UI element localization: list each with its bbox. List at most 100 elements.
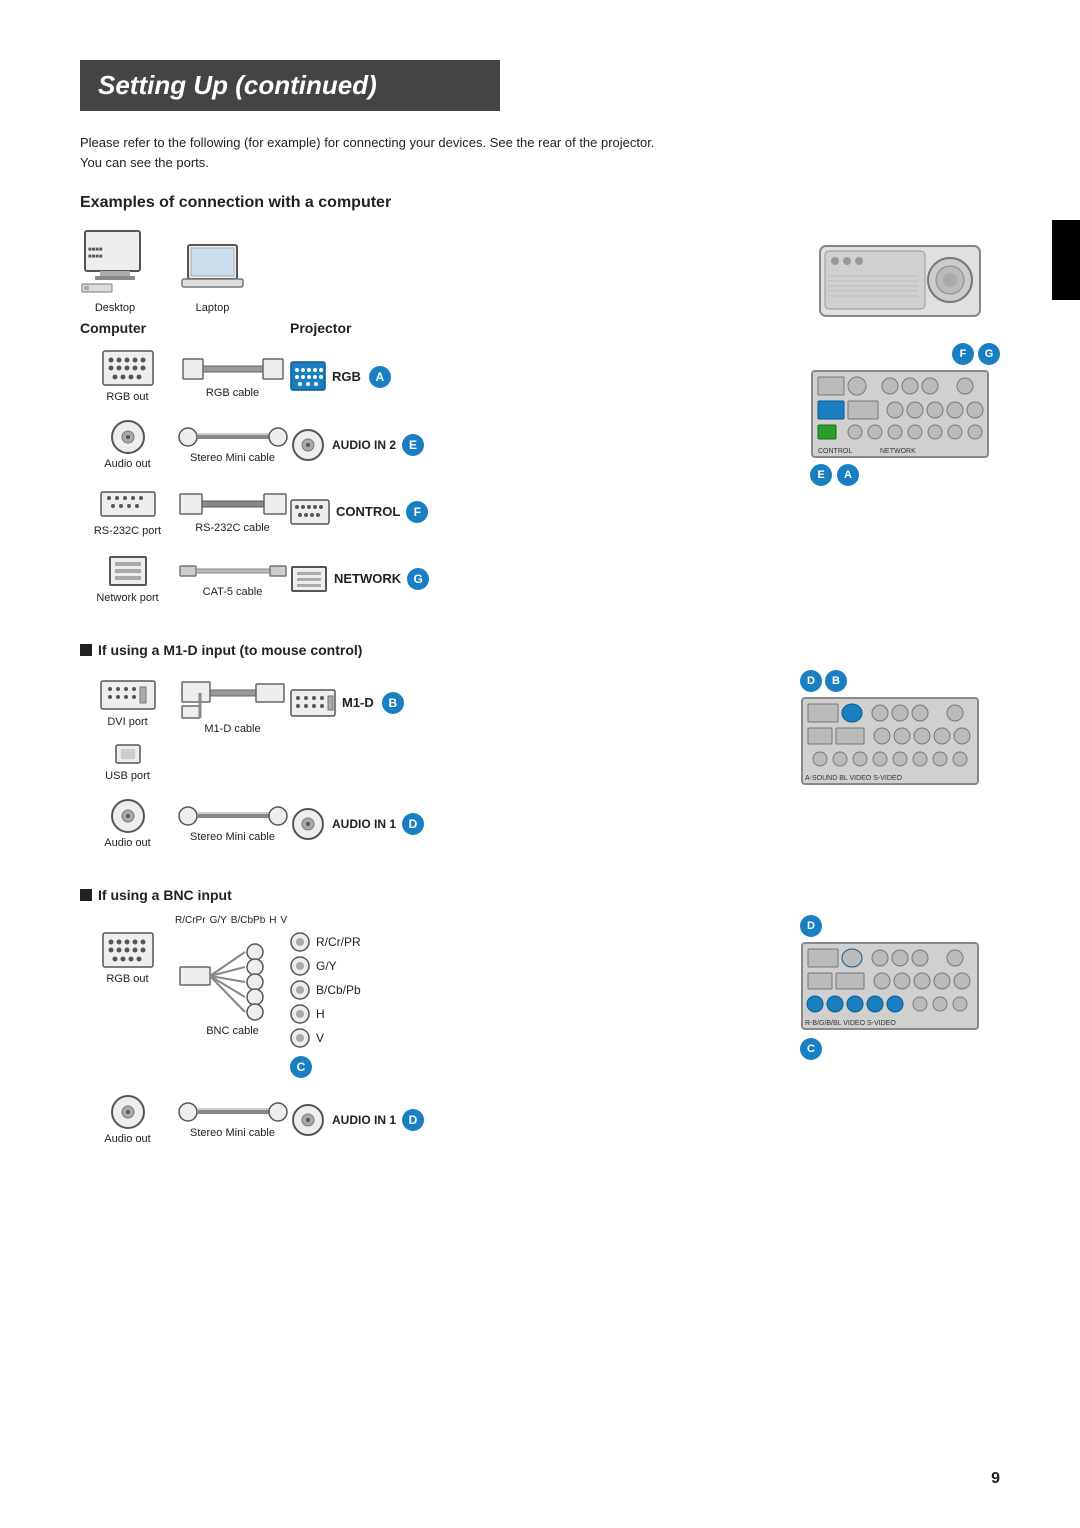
port-audio1-bnc: AUDIO IN 1 D xyxy=(290,1104,450,1136)
m1d-bullet xyxy=(80,644,92,656)
svg-text:R-B/G/B/BL VIDEO S-VIDEO: R-B/G/B/BL VIDEO S-VIDEO xyxy=(805,1020,896,1027)
cable-stereo1: Stereo Mini cable xyxy=(175,425,290,464)
badge-D-m1d: D xyxy=(800,670,822,692)
badge-A-panel: A xyxy=(837,464,859,486)
projector-header: Projector xyxy=(290,320,351,336)
port-audio1-label: AUDIO IN 1 xyxy=(332,817,396,831)
conn-row-audio1: Audio out Stereo Mini cable xyxy=(80,798,780,849)
port-audio2-label: AUDIO IN 2 xyxy=(332,438,396,452)
device-dvi: DVI port xyxy=(80,677,175,728)
m1d-section: If using a M1-D input (to mouse control) xyxy=(80,642,1000,865)
network-port-label: Network port xyxy=(96,592,158,604)
badge-D2: D xyxy=(402,1109,424,1131)
port-audio1: AUDIO IN 1 D xyxy=(290,808,450,840)
conn-row-m1d: DVI port xyxy=(80,670,780,735)
svg-text:■■■■: ■■■■ xyxy=(88,247,103,253)
rgb-cable-label: RGB cable xyxy=(206,387,259,399)
stereo-cable-label2: Stereo Mini cable xyxy=(190,831,275,843)
right-tab xyxy=(1052,220,1080,300)
bnc-label-b: B/Cb/Pb xyxy=(316,983,361,997)
laptop-label: Laptop xyxy=(180,302,245,314)
port-m1d: M1-D B xyxy=(290,687,450,719)
badge-C-panel: C xyxy=(800,1038,822,1060)
examples-section: Examples of connection with a computer xyxy=(80,194,1000,620)
cable-m1d: M1-D cable xyxy=(175,670,290,735)
badge-C: C xyxy=(290,1056,312,1078)
bnc-label-r: R/Cr/PR xyxy=(316,935,361,949)
svg-text:A-SOUND BL VIDEO S-VIDEO: A-SOUND BL VIDEO S-VIDEO xyxy=(805,775,903,782)
audio-out-label3: Audio out xyxy=(104,1133,150,1145)
desktop-computer: ■■■■ ■■■■ Desktop xyxy=(80,226,150,314)
badge-B: B xyxy=(382,692,404,714)
laptop-computer: Laptop xyxy=(180,241,245,314)
port-audio1-bnc-label: AUDIO IN 1 xyxy=(332,1113,396,1127)
headers-row: Computer Projector xyxy=(80,320,790,336)
cable-cat5: CAT-5 cable xyxy=(175,559,290,598)
port-network-label: NETWORK xyxy=(334,571,401,586)
conn-row-audio2: Audio out Stereo Mini cable xyxy=(80,419,790,470)
audio-out-label2: Audio out xyxy=(104,837,150,849)
page-number: 9 xyxy=(991,1470,1000,1488)
bnc-label-h: H xyxy=(316,1007,325,1021)
conn-row-bnc: RGB out xyxy=(80,932,780,1078)
bnc-cable-label: BNC cable xyxy=(206,1025,259,1037)
device-audio-out: Audio out xyxy=(80,419,175,470)
port-network: NETWORK G xyxy=(290,564,450,594)
badge-F: F xyxy=(406,501,428,523)
device-rgb-out2: RGB out xyxy=(80,932,175,985)
port-control-label: CONTROL xyxy=(336,504,400,519)
cable-rs232: RS-232C cable xyxy=(175,489,290,534)
badge-D: D xyxy=(402,813,424,835)
conn-row-rgb: RGB out RGB cable xyxy=(80,350,790,403)
device-audio-out3: Audio out xyxy=(80,1094,175,1145)
badge-G-panel: G xyxy=(978,343,1000,365)
m1d-right: D B xyxy=(800,670,1000,789)
cable-stereo3: Stereo Mini cable xyxy=(175,1100,290,1139)
svg-text:CONTROL: CONTROL xyxy=(818,448,852,455)
port-rgb-label: RGB xyxy=(332,369,361,384)
conn-row-bnc-audio: Audio out Stereo Mini cable xyxy=(80,1094,780,1145)
bnc-layout: R/CrPrG/YB/CbPbHV xyxy=(80,915,1000,1161)
rs232-cable-label: RS-232C cable xyxy=(195,522,270,534)
device-rgb-out: RGB out xyxy=(80,350,175,403)
badge-E-panel: E xyxy=(810,464,832,486)
badge-A: A xyxy=(369,366,391,388)
badge-F-panel: F xyxy=(952,343,974,365)
bnc-bullet xyxy=(80,889,92,901)
bnc-label-v: V xyxy=(316,1031,324,1045)
port-audio2: AUDIO IN 2 E xyxy=(290,429,450,461)
bnc-port-labels: R/Cr/PR G/Y B/Cb/Pb H xyxy=(290,932,361,1078)
conn-row-network: Network port CAT-5 cable xyxy=(80,553,790,604)
bnc-header-labels: R/CrPrG/YB/CbPbHV xyxy=(175,915,780,926)
computer-header: Computer xyxy=(80,320,175,336)
stereo-cable-label3: Stereo Mini cable xyxy=(190,1127,275,1139)
badge-E: E xyxy=(402,434,424,456)
audio-out-label1: Audio out xyxy=(104,458,150,470)
m1d-heading: If using a M1-D input (to mouse control) xyxy=(80,642,1000,658)
dvi-port-label: DVI port xyxy=(107,716,147,728)
rs232-port-label: RS-232C port xyxy=(94,525,161,537)
badge-D-bnc: D xyxy=(800,915,822,937)
device-usb: USB port xyxy=(80,741,175,782)
m1d-layout: DVI port xyxy=(80,670,1000,865)
cable-bnc: BNC cable xyxy=(175,932,290,1037)
bnc-heading: If using a BNC input xyxy=(80,887,1000,903)
conn-row-control: RS-232C port RS-232C cable xyxy=(80,486,790,537)
desktop-label: Desktop xyxy=(80,302,150,314)
page-title: Setting Up (continued) xyxy=(98,70,482,101)
m1d-left: DVI port xyxy=(80,670,780,865)
title-bar: Setting Up (continued) xyxy=(80,60,500,111)
badge-G: G xyxy=(407,568,429,590)
examples-layout: ■■■■ ■■■■ Desktop Laptop xyxy=(80,226,1000,620)
port-m1d-label: M1-D xyxy=(342,695,374,710)
rgb-out-label2: RGB out xyxy=(106,973,148,985)
bnc-label-g: G/Y xyxy=(316,959,337,973)
conn-row-usb: USB port xyxy=(80,741,780,782)
cable-stereo2: Stereo Mini cable xyxy=(175,804,290,843)
examples-title: Examples of connection with a computer xyxy=(80,194,1000,212)
device-network-port: Network port xyxy=(80,553,175,604)
port-rgb: RGB A xyxy=(290,361,450,393)
cat5-cable-label: CAT-5 cable xyxy=(203,586,263,598)
computer-images-row: ■■■■ ■■■■ Desktop Laptop xyxy=(80,226,790,314)
svg-text:NETWORK: NETWORK xyxy=(880,448,916,455)
